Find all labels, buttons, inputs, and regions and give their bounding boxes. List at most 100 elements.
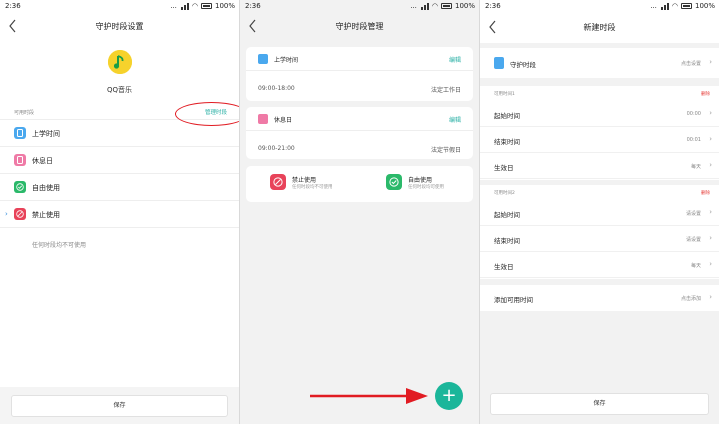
battery-icon: [680, 3, 692, 9]
phone-icon: [258, 114, 268, 124]
phone-icon: [494, 57, 504, 69]
delete-group-button[interactable]: 删除: [701, 91, 710, 97]
music-note-icon: [108, 50, 132, 74]
card-header: 休息日 编辑: [246, 107, 473, 131]
period-item-label: 上学时间: [32, 130, 60, 138]
card-header: 上学时间 编辑: [246, 47, 473, 71]
battery-icon: [200, 3, 212, 9]
save-button[interactable]: 保存: [11, 395, 228, 417]
status-icons: ... ◠ 100%: [650, 2, 715, 10]
chevron-right-icon: ›: [709, 260, 712, 268]
row-value: 每天: [690, 164, 701, 170]
chevron-right-icon: ›: [709, 135, 712, 143]
phone-icon: [14, 127, 26, 139]
battery-icon: [440, 3, 452, 9]
row-value: 00:01: [686, 137, 701, 143]
delete-group-button[interactable]: 删除: [701, 190, 710, 196]
add-period-button[interactable]: +: [435, 382, 463, 410]
period-item-label: 自由使用: [32, 184, 60, 192]
period-item-label: 休息日: [32, 157, 53, 165]
chevron-right-icon: ›: [709, 58, 712, 66]
page-title: 新建时段: [583, 23, 616, 32]
chevron-right-icon: ›: [709, 208, 712, 216]
signal-icon: [660, 2, 669, 10]
status-bar: 2:36 ... ◠ 100%: [240, 0, 479, 13]
period-item-school[interactable]: 上学时间: [0, 120, 239, 147]
status-icons: ... ◠ 100%: [410, 2, 475, 10]
guard-period-row[interactable]: 守护时段 点击设置 ›: [480, 48, 719, 78]
status-dots: ...: [410, 2, 417, 10]
card-title: 休息日: [274, 117, 293, 124]
forbidden-icon: [14, 208, 26, 220]
end-time-row[interactable]: 结束时间 请设置 ›: [480, 226, 719, 252]
group-label: 可用时间2: [494, 191, 515, 196]
effective-day-row[interactable]: 生效日 每天 ›: [480, 252, 719, 278]
forbidden-hint: 任何时段均不可使用: [32, 242, 87, 249]
signal-icon: [180, 2, 189, 10]
chevron-right-icon: ›: [709, 234, 712, 242]
option-subtitle: 任何时段均不可使用: [292, 185, 333, 190]
period-item-forbidden[interactable]: › 禁止使用: [0, 201, 239, 228]
save-button[interactable]: 保存: [490, 393, 709, 415]
add-time-value: 点击添加: [680, 296, 701, 302]
option-title: 禁止使用: [292, 177, 317, 184]
battery-percent: 100%: [454, 2, 475, 10]
plus-icon: +: [441, 385, 457, 406]
chevron-right-icon: ›: [709, 109, 712, 117]
wifi-icon: ◠: [431, 2, 438, 10]
guard-period-value: 点击设置: [680, 61, 701, 67]
screenshot-composite: 2:36 ... ◠ 100% 守护时段设置 QQ音乐 可用时段 管理时段 上学…: [0, 0, 719, 424]
wifi-icon: ◠: [671, 2, 678, 10]
start-time-row[interactable]: 起始时间 请设置 ›: [480, 200, 719, 226]
battery-percent: 100%: [694, 2, 715, 10]
check-circle-icon: [14, 181, 26, 193]
forbidden-icon: [270, 174, 286, 190]
start-time-row[interactable]: 起始时间 00:00 ›: [480, 101, 719, 127]
status-time: 2:36: [485, 2, 501, 10]
bottom-bar: 保存: [0, 387, 239, 424]
status-time: 2:36: [5, 2, 21, 10]
status-bar: 2:36 ... ◠ 100%: [480, 0, 719, 13]
nav-bar: 守护时段管理: [240, 15, 479, 39]
row-label: 生效日: [494, 164, 514, 172]
period-item-free-use[interactable]: 自由使用: [0, 174, 239, 201]
edit-button[interactable]: 编辑: [449, 55, 461, 64]
period-card-rest-day: 休息日 编辑 09:00-21:00 法定节假日: [246, 107, 473, 159]
row-label: 结束时间: [494, 237, 520, 245]
status-dots: ...: [170, 2, 177, 10]
phone-icon: [14, 154, 26, 166]
row-value: 每天: [690, 263, 701, 269]
edit-button[interactable]: 编辑: [449, 115, 461, 124]
bottom-bar: 保存: [480, 384, 719, 424]
row-value: 请设置: [685, 237, 701, 243]
row-label: 结束时间: [494, 138, 520, 146]
period-item-rest-day[interactable]: 休息日: [0, 147, 239, 174]
app-name: QQ音乐: [106, 86, 133, 94]
period-card-school: 上学时间 编辑 09:00-18:00 法定工作日: [246, 47, 473, 101]
group-header: 可用时间2 删除: [480, 185, 719, 200]
chevron-right-icon: ›: [709, 161, 712, 169]
status-icons: ... ◠ 100%: [170, 2, 235, 10]
preset-options-card: 禁止使用 任何时段均不可使用 自由使用 任何时段均可使用: [246, 166, 473, 202]
battery-percent: 100%: [214, 2, 235, 10]
card-title: 上学时间: [274, 57, 299, 64]
group-header: 可用时间1 删除: [480, 86, 719, 101]
time-range: 09:00-21:00: [258, 145, 295, 152]
end-time-row[interactable]: 结束时间 00:01 ›: [480, 127, 719, 153]
row-label: 生效日: [494, 263, 514, 271]
guard-period-label: 守护时段: [510, 61, 536, 69]
new-period-screen: 2:36 ... ◠ 100% 新建时段 守护时段 点击设置 › 可用时间1 删…: [480, 0, 719, 424]
status-dots: ...: [650, 2, 657, 10]
check-circle-icon: [386, 174, 402, 190]
guard-period-settings-screen: 2:36 ... ◠ 100% 守护时段设置 QQ音乐 可用时段 管理时段 上学…: [0, 0, 239, 424]
group-label: 可用时间1: [494, 92, 515, 97]
chevron-right-icon: ›: [709, 293, 712, 301]
effective-day-row[interactable]: 生效日 每天 ›: [480, 153, 719, 179]
add-available-time-row[interactable]: 添加可用时间 点击添加 ›: [480, 285, 719, 311]
day-type: 法定节假日: [430, 147, 461, 154]
available-time-group-1: 可用时间1 删除 起始时间 00:00 › 结束时间 00:01 › 生效日 每…: [480, 86, 719, 180]
row-value: 00:00: [686, 111, 701, 117]
status-time: 2:36: [245, 2, 261, 10]
signal-icon: [420, 2, 429, 10]
selected-chevron-icon: ›: [5, 210, 8, 218]
